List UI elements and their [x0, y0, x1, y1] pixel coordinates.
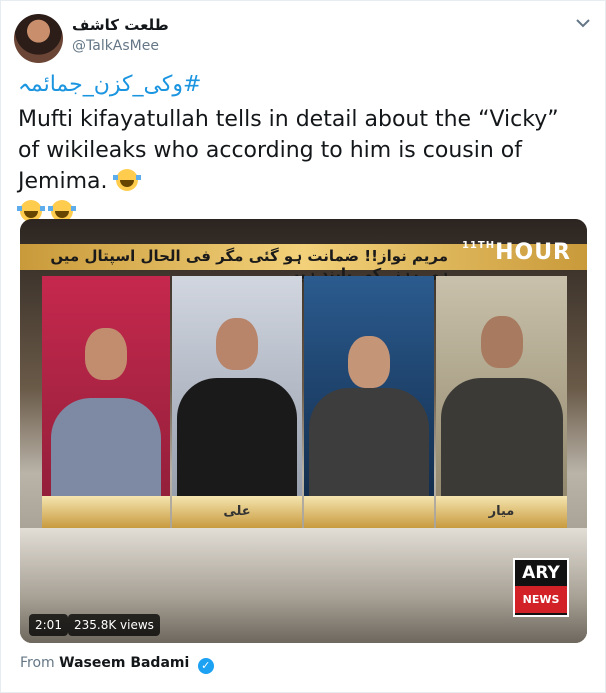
video-attribution: From Waseem Badami ✓ [20, 655, 214, 674]
guest-head [85, 328, 127, 380]
video-player[interactable]: مریم نواز!! ضمانت ہو گئی مگر فی الحال اس… [20, 219, 587, 643]
show-logo-prefix: 11TH [461, 240, 496, 251]
guest-panel-3 [304, 276, 434, 528]
author-handle[interactable]: @TalkAsMee [72, 38, 159, 54]
guest-panel-1 [42, 276, 170, 528]
show-logo-main: HOUR [495, 240, 571, 265]
hashtag-link[interactable]: #وکی_کزن_جمائمہ [18, 72, 201, 97]
channel-logo: ARY NEWS [513, 558, 569, 617]
guest-head [480, 316, 523, 368]
video-duration-badge: 2:01 [29, 614, 68, 636]
tweet-body: Mufti kifayatullah tells in detail about… [18, 107, 559, 194]
nameplate-2: علی [172, 496, 302, 528]
source-account-link[interactable]: Waseem Badami [59, 655, 189, 671]
show-logo: 11THHOUR [456, 240, 577, 272]
guest-panel-2 [172, 276, 302, 528]
author-display-name[interactable]: طلعت کاشف [72, 16, 169, 34]
tweet-text: Mufti kifayatullah tells in detail about… [17, 104, 584, 228]
guest-panel-4 [436, 276, 567, 528]
laughing-emoji-icon [113, 169, 142, 191]
video-views-badge: 235.8K views [68, 614, 160, 636]
guest-head [216, 318, 258, 370]
nameplate-1 [42, 496, 170, 528]
nameplate-3 [304, 496, 434, 528]
channel-logo-bottom: NEWS [515, 586, 567, 613]
nameplate-4: میار [436, 496, 567, 528]
author-avatar[interactable] [14, 14, 63, 63]
from-label: From [20, 655, 55, 671]
verified-badge-icon: ✓ [197, 658, 214, 674]
channel-logo-top: ARY [522, 563, 560, 583]
chevron-down-icon[interactable] [574, 14, 592, 32]
guest-head [348, 336, 390, 388]
